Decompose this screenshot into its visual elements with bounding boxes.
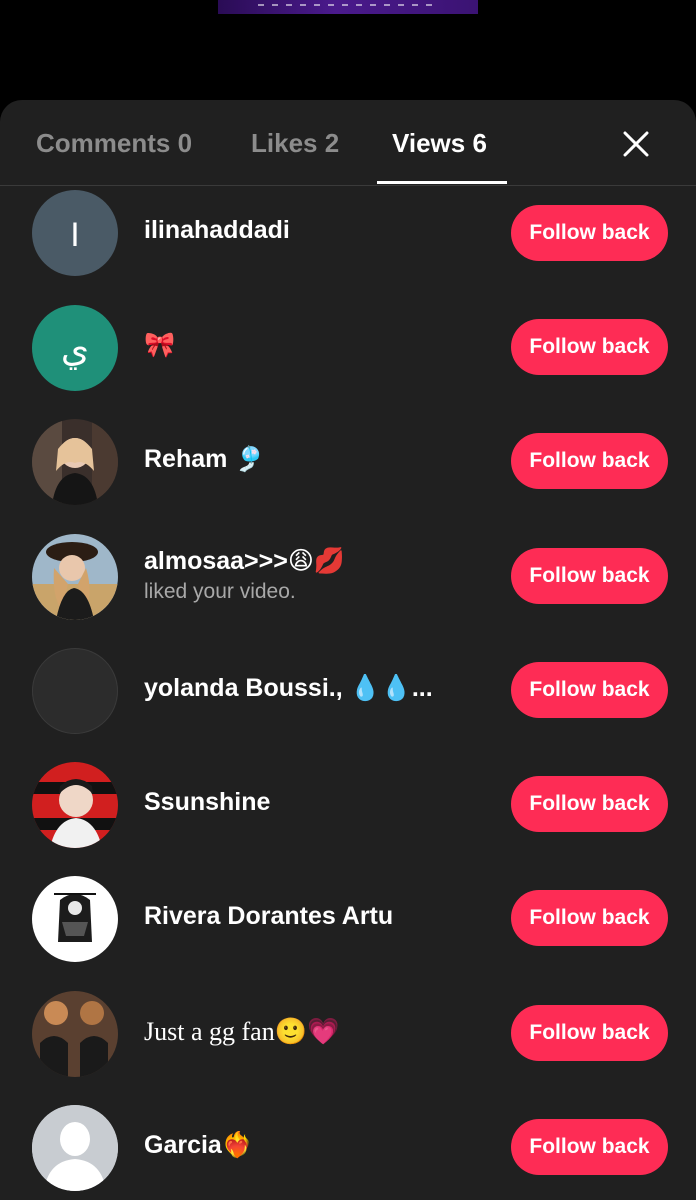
list-item[interactable]: yolanda Boussi., 💧💧... Follow back: [0, 624, 696, 738]
tab-views[interactable]: Views 6: [392, 128, 487, 159]
tab-comments[interactable]: Comments 0: [36, 128, 192, 159]
user-name[interactable]: 🎀: [144, 331, 494, 360]
avatar-initial: I: [70, 216, 79, 254]
follow-back-button[interactable]: Follow back: [511, 205, 668, 261]
user-name[interactable]: almosaa>>>😩💋: [144, 546, 494, 576]
follow-back-button[interactable]: Follow back: [511, 776, 668, 833]
activity-sheet: Comments 0 Likes 2 Views 6 I ilinahaddad…: [0, 100, 696, 1200]
follow-back-button[interactable]: Follow back: [511, 547, 668, 604]
active-tab-indicator: [377, 181, 507, 184]
avatar[interactable]: [32, 419, 118, 506]
user-name[interactable]: Ssunshine: [144, 788, 494, 817]
avatar[interactable]: ي: [32, 305, 118, 391]
avatar[interactable]: [32, 533, 118, 620]
follow-back-button[interactable]: Follow back: [511, 661, 668, 718]
user-name[interactable]: Reham 🎐: [144, 445, 494, 474]
close-button[interactable]: [620, 128, 652, 160]
close-icon: [623, 131, 649, 157]
avatar[interactable]: [32, 647, 118, 734]
profile-photo: [32, 990, 118, 1077]
user-name[interactable]: Garcia❤️‍🔥: [144, 1131, 494, 1160]
avatar[interactable]: [32, 1105, 118, 1192]
profile-photo: [32, 533, 118, 620]
user-name[interactable]: Just a gg fan🙂💗: [144, 1017, 494, 1047]
profile-photo: [32, 419, 118, 506]
tab-likes[interactable]: Likes 2: [251, 128, 339, 159]
activity-text: liked your video.: [144, 579, 296, 603]
avatar[interactable]: [32, 762, 118, 849]
default-avatar-icon: [32, 1105, 118, 1192]
list-item[interactable]: Just a gg fan🙂💗 Follow back: [0, 967, 696, 1081]
list-item[interactable]: Reham 🎐 Follow back: [0, 395, 696, 509]
profile-photo: [32, 876, 118, 963]
profile-photo: [32, 762, 118, 849]
follow-back-button[interactable]: Follow back: [511, 319, 668, 375]
video-preview-area: [0, 0, 696, 100]
list-item[interactable]: ي 🎀 Follow back: [0, 281, 696, 395]
follow-back-button[interactable]: Follow back: [511, 433, 668, 490]
avatar-initial: ي: [61, 329, 89, 370]
user-name[interactable]: yolanda Boussi., 💧💧...: [144, 674, 494, 703]
user-name[interactable]: Rivera Dorantes Artu: [144, 902, 494, 931]
tab-bar: Comments 0 Likes 2 Views 6: [0, 100, 696, 186]
follow-back-button[interactable]: Follow back: [511, 890, 668, 947]
list-item[interactable]: almosaa>>>😩💋 liked your video. Follow ba…: [0, 510, 696, 624]
follow-back-button[interactable]: Follow back: [511, 1119, 668, 1176]
list-item[interactable]: Garcia❤️‍🔥 Follow back: [0, 1081, 696, 1195]
list-item[interactable]: Rivera Dorantes Artu Follow back: [0, 852, 696, 966]
video-thumbnail[interactable]: [218, 0, 478, 14]
avatar[interactable]: I: [32, 190, 118, 276]
list-item[interactable]: I ilinahaddadi Follow back: [0, 186, 696, 281]
user-name[interactable]: ilinahaddadi: [144, 216, 494, 245]
list-item[interactable]: Ssunshine Follow back: [0, 738, 696, 852]
viewers-list: I ilinahaddadi Follow back ي 🎀 Follow ba…: [0, 186, 696, 1195]
follow-back-button[interactable]: Follow back: [511, 1004, 668, 1061]
avatar[interactable]: [32, 876, 118, 963]
avatar[interactable]: [32, 990, 118, 1077]
